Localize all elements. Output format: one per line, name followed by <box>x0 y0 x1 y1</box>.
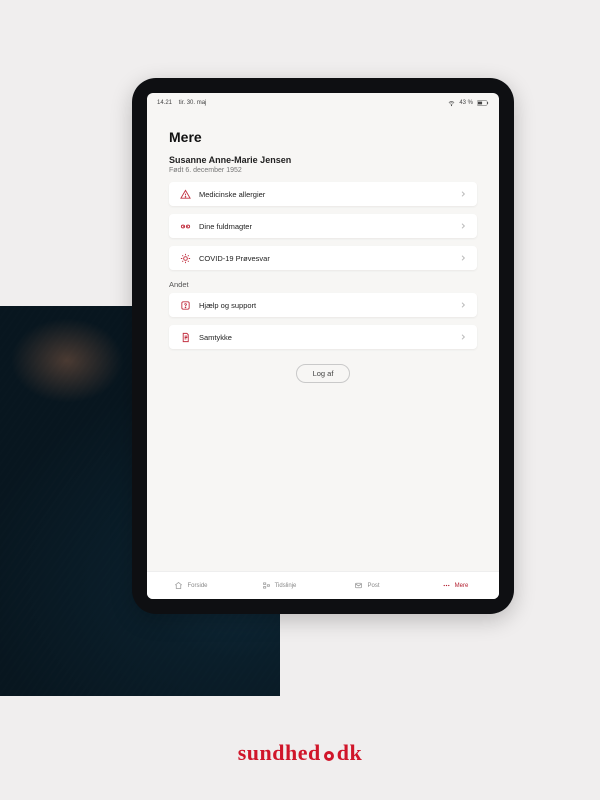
tab-bar: Forside Tidslinje Post Mere <box>147 571 499 599</box>
row-fuldmagter[interactable]: Dine fuldmagter <box>169 214 477 238</box>
warning-icon <box>179 188 191 200</box>
link-icon <box>179 220 191 232</box>
virus-icon <box>179 252 191 264</box>
status-bar: 14.21 tir. 30. maj 43 % <box>147 93 499 109</box>
brand-logo: sundhed dk <box>0 740 600 766</box>
chevron-right-icon <box>459 333 467 341</box>
status-date: tir. 30. maj <box>179 100 207 106</box>
row-label: Samtykke <box>199 333 459 342</box>
chevron-right-icon <box>459 254 467 262</box>
page-title: Mere <box>169 129 477 145</box>
status-time: 14.21 <box>157 100 172 106</box>
tab-post[interactable]: Post <box>323 572 411 599</box>
wifi-icon <box>448 100 455 107</box>
tab-label: Tidslinje <box>275 583 297 589</box>
brand-right: dk <box>337 740 362 765</box>
row-allergies[interactable]: Medicinske allergier <box>169 182 477 206</box>
tab-label: Mere <box>455 583 469 589</box>
brand-dot-icon <box>324 751 334 761</box>
status-right: 43 % <box>448 100 489 107</box>
tablet-screen: 14.21 tir. 30. maj 43 % Mere Susanne Ann… <box>147 93 499 599</box>
tab-timeline[interactable]: Tidslinje <box>235 572 323 599</box>
row-consent[interactable]: Samtykke <box>169 325 477 349</box>
logout-button[interactable]: Log af <box>296 364 351 383</box>
row-label: Dine fuldmagter <box>199 222 459 231</box>
row-label: Medicinske allergier <box>199 190 459 199</box>
chevron-right-icon <box>459 190 467 198</box>
chevron-right-icon <box>459 301 467 309</box>
help-icon <box>179 299 191 311</box>
document-icon <box>179 331 191 343</box>
tab-more[interactable]: Mere <box>411 572 499 599</box>
tab-label: Post <box>367 583 379 589</box>
tab-home[interactable]: Forside <box>147 572 235 599</box>
user-subtitle: Født 6. december 1952 <box>169 167 477 174</box>
chevron-right-icon <box>459 222 467 230</box>
status-battery: 43 % <box>459 100 473 106</box>
more-icon <box>442 581 451 590</box>
home-icon <box>174 581 183 590</box>
status-left: 14.21 tir. 30. maj <box>157 100 206 106</box>
tab-label: Forside <box>187 583 207 589</box>
row-label: Hjælp og support <box>199 301 459 310</box>
tablet-frame: 14.21 tir. 30. maj 43 % Mere Susanne Ann… <box>132 78 514 614</box>
user-name: Susanne Anne-Marie Jensen <box>169 155 477 165</box>
timeline-icon <box>262 581 271 590</box>
section-label-other: Andet <box>169 280 477 289</box>
row-covid[interactable]: COVID-19 Prøvesvar <box>169 246 477 270</box>
brand-left: sundhed <box>238 740 321 765</box>
battery-icon <box>477 100 489 106</box>
row-label: COVID-19 Prøvesvar <box>199 254 459 263</box>
mail-icon <box>354 581 363 590</box>
row-help[interactable]: Hjælp og support <box>169 293 477 317</box>
